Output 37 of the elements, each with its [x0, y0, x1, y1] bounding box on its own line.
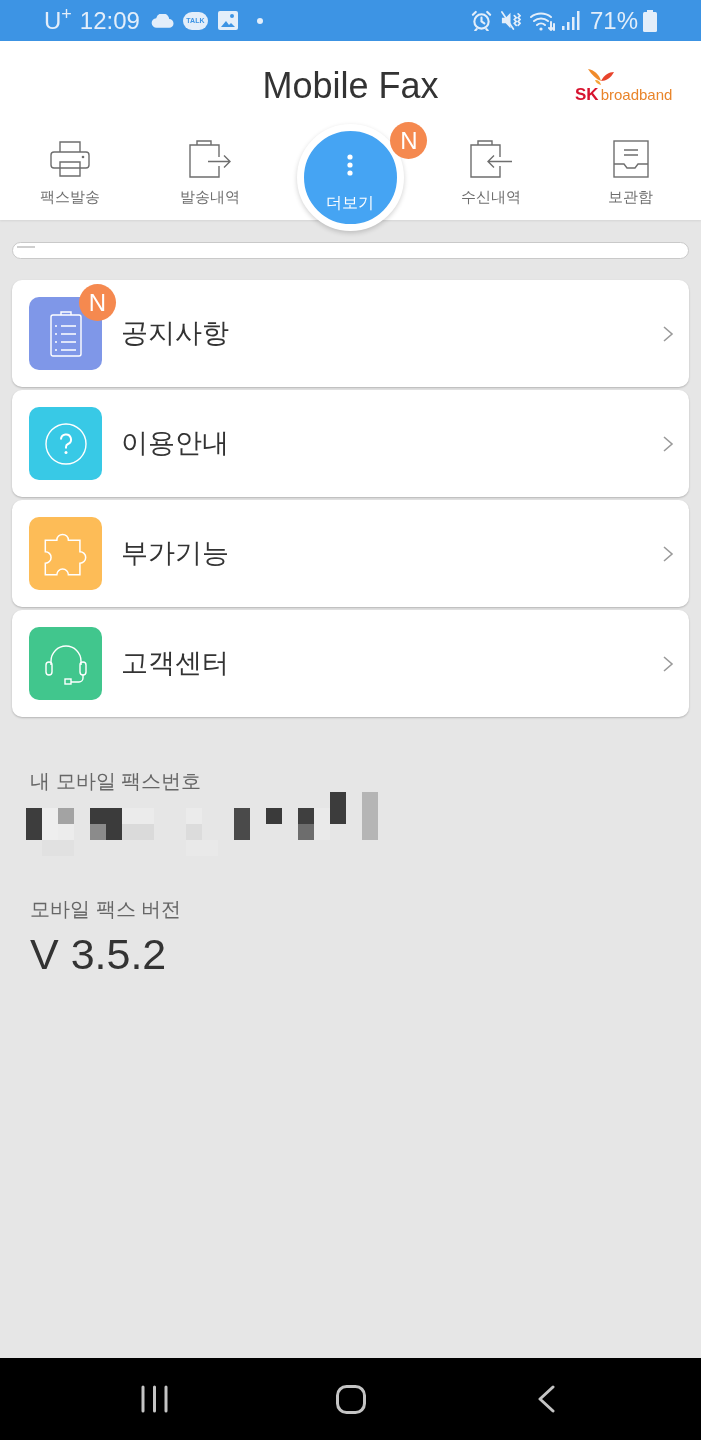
tab[interactable]: 발송내역	[180, 124, 241, 206]
version-label: 모바일 팩스 버전	[30, 898, 182, 920]
image-icon	[217, 11, 238, 30]
fax-number-label: 내 모바일 팩스번호	[30, 770, 202, 792]
back-icon[interactable]	[538, 1385, 555, 1413]
version-number: V 3.5.2	[30, 933, 167, 976]
chevron-right-icon	[662, 655, 674, 672]
battery-percent: 71%	[589, 8, 638, 33]
recent-apps-icon[interactable]	[141, 1385, 168, 1413]
alarm-clock-icon	[470, 10, 492, 31]
chevron-right-icon	[662, 435, 674, 452]
menu-item[interactable]: 이용안내	[12, 390, 689, 497]
clock-time: 12:09	[79, 8, 140, 33]
chevron-right-icon	[662, 325, 674, 342]
clipboard-arrow-out-icon	[188, 140, 233, 178]
menu-item[interactable]: 부가기능	[12, 500, 689, 607]
clipboard-arrow-in-icon	[468, 140, 513, 178]
logo-name-text: broadband	[600, 87, 673, 102]
cloud-icon	[150, 13, 174, 28]
logo-mark-text: SK	[575, 86, 599, 103]
more-dots-icon	[347, 154, 354, 176]
logo-wings-icon	[587, 68, 615, 86]
tray-box-icon	[612, 140, 649, 178]
new-badge: N	[390, 122, 428, 159]
tab[interactable]: 수신내역	[460, 124, 521, 206]
home-icon[interactable]	[336, 1384, 366, 1414]
printer-icon	[49, 140, 92, 178]
signal-icon	[561, 11, 581, 30]
carrier-label: U$^{+}$	[44, 8, 72, 33]
wifi-icon	[528, 10, 556, 31]
tab[interactable]: 팩스발송	[40, 124, 101, 206]
vibrate-mute-icon	[499, 10, 521, 31]
battery-icon	[643, 9, 657, 32]
menu-item[interactable]: 고객센터	[12, 610, 689, 717]
tab[interactable]: 보관함	[608, 124, 654, 206]
chevron-right-icon	[662, 545, 674, 562]
app-title: Mobile Fax	[262, 67, 439, 104]
